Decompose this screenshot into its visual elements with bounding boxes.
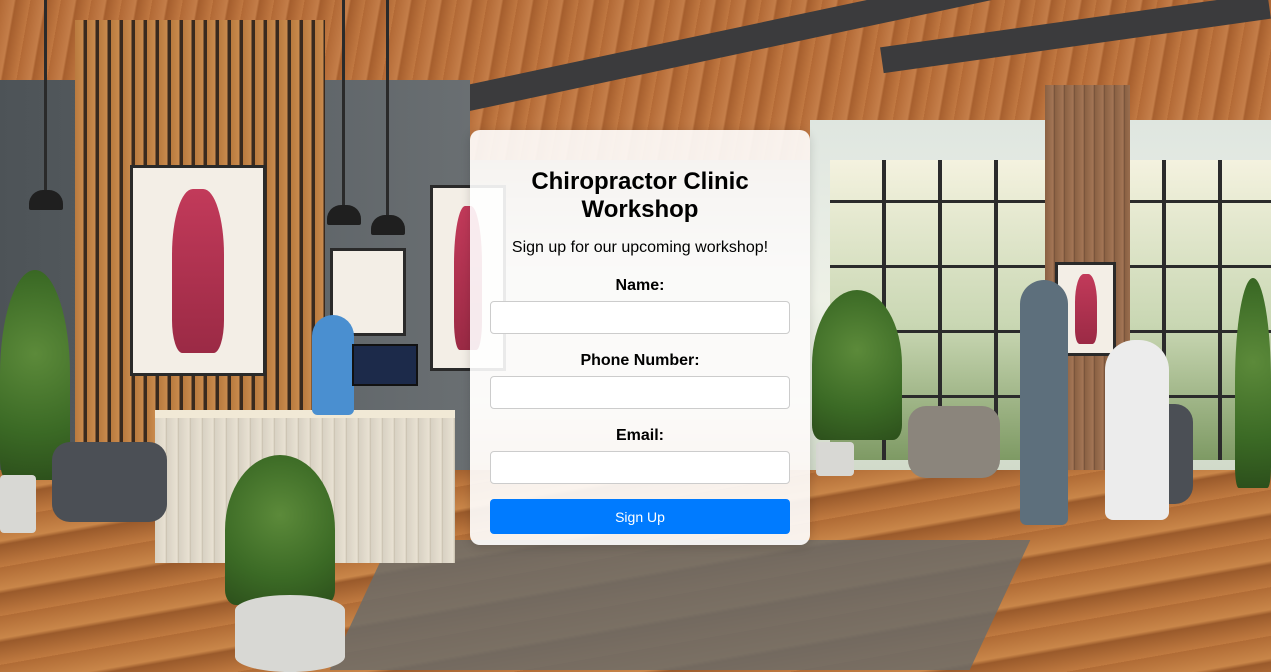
receptionist — [312, 315, 354, 415]
sign-up-button[interactable]: Sign Up — [490, 499, 790, 534]
lounge-chair — [908, 406, 1000, 478]
pendant-lamp-icon — [327, 205, 361, 225]
anatomy-poster — [130, 165, 266, 376]
pendant-lamp-cord — [386, 0, 389, 215]
potted-plant — [225, 455, 335, 605]
workshop-signup-form: Chiropractor Clinic Workshop Sign up for… — [470, 130, 810, 545]
plant-pot — [235, 595, 345, 672]
pendant-lamp-cord — [44, 0, 47, 190]
pendant-lamp-icon — [371, 215, 405, 235]
email-input[interactable] — [490, 451, 790, 484]
monitor-icon — [352, 344, 418, 386]
potted-plant — [1235, 278, 1271, 488]
plant-pot — [816, 442, 854, 476]
form-title: Chiropractor Clinic Workshop — [531, 168, 749, 223]
patient — [1105, 340, 1169, 520]
waiting-chair — [52, 442, 167, 522]
plant-pot — [0, 475, 36, 533]
email-label: Email: — [615, 427, 664, 444]
form-subtitle: Sign up for our upcoming workshop! — [511, 239, 769, 256]
phone-number-label: Phone Number: — [580, 352, 700, 369]
name-label: Name: — [615, 277, 665, 294]
phone-number-input[interactable] — [490, 376, 790, 409]
name-input[interactable] — [490, 301, 790, 334]
pendant-lamp-cord — [342, 0, 345, 205]
chiropractor — [1020, 280, 1068, 525]
pendant-lamp-icon — [29, 190, 63, 210]
potted-plant — [812, 290, 902, 440]
